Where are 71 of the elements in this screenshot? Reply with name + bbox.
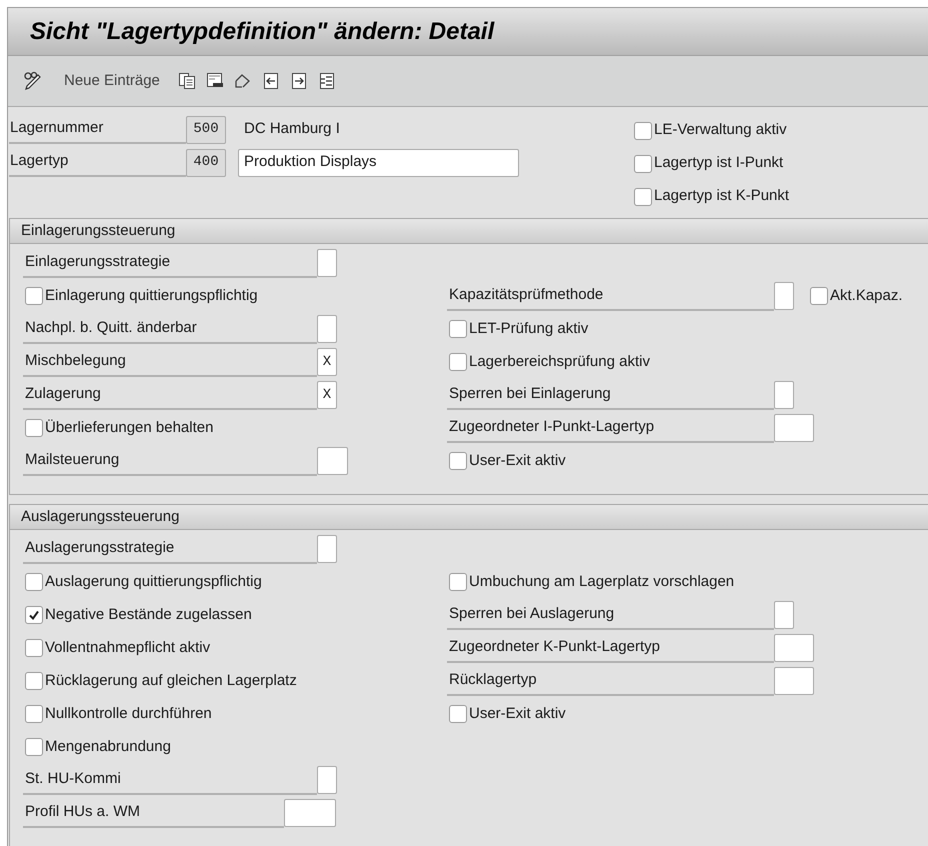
field-label: St. HU-Kommi bbox=[23, 766, 317, 794]
input-field[interactable] bbox=[774, 634, 814, 662]
checkbox[interactable] bbox=[449, 452, 467, 470]
checkbox-label: Nullkontrolle durchführen bbox=[45, 704, 212, 724]
checkbox-label: Akt.Kapaz. bbox=[830, 286, 903, 306]
checkbox-label: Auslagerung quittierungspflichtig bbox=[45, 572, 262, 592]
checkbox[interactable] bbox=[449, 320, 467, 338]
field-label: Mischbelegung bbox=[23, 348, 317, 376]
checkbox-label: Einlagerung quittierungspflichtig bbox=[45, 286, 258, 306]
input-field[interactable] bbox=[774, 601, 794, 629]
checkbox[interactable] bbox=[25, 606, 43, 624]
checkbox[interactable] bbox=[25, 287, 43, 305]
field-label: Profil HUs a. WM bbox=[23, 798, 284, 828]
input-field[interactable] bbox=[774, 667, 814, 695]
checkbox-label: Lagerbereichsprüfung aktiv bbox=[469, 352, 650, 372]
checkbox-label: Überlieferungen behalten bbox=[45, 418, 214, 438]
description-field[interactable]: Produktion Displays bbox=[238, 148, 519, 176]
description-text: DC Hamburg I bbox=[244, 119, 340, 140]
checkbox-label: User-Exit aktiv bbox=[469, 450, 566, 471]
checkbox-label: Mengenabrundung bbox=[45, 736, 171, 757]
field-label: Nachpl. b. Quitt. änderbar bbox=[23, 314, 317, 344]
checkbox[interactable] bbox=[25, 672, 43, 690]
checkbox[interactable] bbox=[25, 705, 43, 723]
input-field[interactable] bbox=[317, 249, 337, 277]
input-field[interactable] bbox=[317, 535, 337, 563]
field-label: Sperren bei Auslagerung bbox=[447, 600, 774, 630]
input-field[interactable]: X bbox=[317, 348, 337, 376]
checkbox-label: Vollentnahmepflicht aktiv bbox=[45, 638, 210, 658]
input-field[interactable]: 400 bbox=[186, 148, 226, 176]
checkbox[interactable] bbox=[449, 573, 467, 591]
check-icon bbox=[28, 609, 40, 621]
checkbox[interactable] bbox=[634, 122, 652, 140]
field-label: Zulagerung bbox=[23, 380, 317, 410]
window-title: Sicht "Lagertypdefinition" ändern: Detail bbox=[30, 16, 494, 46]
checkbox[interactable] bbox=[25, 738, 43, 756]
checkbox-label: Lagertyp ist I-Punkt bbox=[654, 153, 784, 174]
checkbox-label: LET-Prüfung aktiv bbox=[469, 318, 588, 339]
field-label: Mailsteuerung bbox=[23, 446, 317, 476]
checkbox[interactable] bbox=[449, 705, 467, 723]
checkbox[interactable] bbox=[810, 287, 828, 305]
checkbox-label: User-Exit aktiv bbox=[469, 704, 566, 724]
section-title: Einlagerungssteuerung bbox=[21, 220, 176, 241]
field-label: Zugeordneter I-Punkt-Lagertyp bbox=[447, 414, 774, 442]
field-label: Einlagerungsstrategie bbox=[23, 248, 317, 278]
checkbox-label: Umbuchung am Lagerplatz vorschlagen bbox=[469, 572, 734, 592]
section-title: Auslagerungssteuerung bbox=[21, 506, 180, 527]
input-field[interactable] bbox=[774, 414, 814, 442]
input-field[interactable] bbox=[317, 315, 337, 343]
checkbox[interactable] bbox=[25, 573, 43, 591]
checkbox-label: LE-Verwaltung aktiv bbox=[654, 120, 787, 140]
input-field[interactable] bbox=[317, 766, 337, 794]
input-field[interactable] bbox=[284, 799, 336, 827]
new-entries-button[interactable]: Neue Einträge bbox=[64, 70, 160, 92]
input-field[interactable] bbox=[317, 447, 348, 475]
input-field[interactable] bbox=[774, 381, 794, 409]
checkbox-label: Negative Bestände zugelassen bbox=[45, 604, 252, 625]
checkbox[interactable] bbox=[634, 188, 652, 206]
field-label: Kapazitätsprüfmethode bbox=[447, 282, 774, 310]
checkbox[interactable] bbox=[25, 419, 43, 437]
checkbox[interactable] bbox=[634, 154, 652, 172]
checkbox-label: Rücklagerung auf gleichen Lagerplatz bbox=[45, 670, 297, 691]
checkbox[interactable] bbox=[25, 639, 43, 657]
checkbox[interactable] bbox=[449, 353, 467, 371]
input-field[interactable] bbox=[774, 282, 794, 310]
input-field[interactable]: X bbox=[317, 381, 337, 409]
input-field[interactable]: 500 bbox=[186, 116, 226, 144]
field-label: Rücklagertyp bbox=[447, 666, 774, 696]
field-label: Sperren bei Einlagerung bbox=[447, 380, 774, 410]
field-label: Zugeordneter K-Punkt-Lagertyp bbox=[447, 634, 774, 662]
field-label: Auslagerungsstrategie bbox=[23, 534, 317, 564]
checkbox-label: Lagertyp ist K-Punkt bbox=[654, 186, 790, 206]
